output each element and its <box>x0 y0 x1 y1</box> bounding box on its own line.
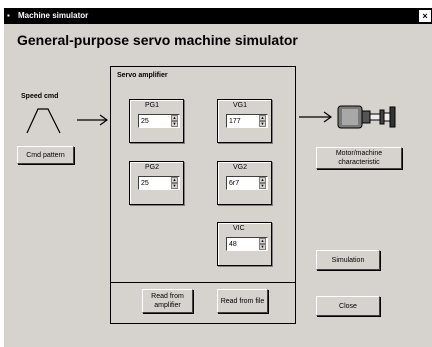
vic-label: VIC <box>233 225 245 232</box>
vg1-label: VG1 <box>233 102 248 109</box>
motor-characteristic-button[interactable]: Motor/machine characteristic <box>316 147 402 169</box>
arrow-right-icon <box>299 111 333 123</box>
read-from-amplifier-button[interactable]: Read from amplifier <box>142 289 193 313</box>
vg1-group: VG1 177 ▲ ▼ <box>217 99 272 143</box>
vic-spinner[interactable]: 48 ▲ ▼ <box>226 237 268 251</box>
spin-down-icon[interactable]: ▼ <box>171 183 178 189</box>
simulator-window: ▪ Machine simulator × General-purpose se… <box>3 8 432 347</box>
trapezoid-pattern-icon <box>26 108 61 134</box>
spin-down-icon[interactable]: ▼ <box>259 244 266 250</box>
vg2-value[interactable]: 6r7 <box>229 179 239 188</box>
close-window-button[interactable]: × <box>419 10 431 22</box>
read-from-file-button[interactable]: Read from file <box>217 289 268 313</box>
motor-icon <box>337 105 396 129</box>
pg2-spinner[interactable]: 25 ▲ ▼ <box>138 176 180 190</box>
pg1-group: PG1 25 ▲ ▼ <box>129 99 184 143</box>
spin-down-icon[interactable]: ▼ <box>259 183 266 189</box>
speed-cmd-label: Speed cmd <box>21 93 59 100</box>
vic-value[interactable]: 48 <box>229 240 237 249</box>
close-button[interactable]: Close <box>316 296 380 316</box>
cmd-pattern-button[interactable]: Cmd pattern <box>17 146 74 164</box>
page-title: General-purpose servo machine simulator <box>17 32 298 48</box>
arrow-right-icon <box>77 114 109 126</box>
title-bar[interactable]: ▪ Machine simulator × <box>4 8 432 24</box>
vg1-spinner[interactable]: 177 ▲ ▼ <box>226 114 268 128</box>
simulation-button[interactable]: Simulation <box>316 250 380 270</box>
vg2-label: VG2 <box>233 164 248 171</box>
spin-down-icon[interactable]: ▼ <box>171 121 178 127</box>
app-icon: ▪ <box>7 11 10 20</box>
pg2-group: PG2 25 ▲ ▼ <box>129 161 184 205</box>
pg1-value[interactable]: 25 <box>141 117 149 126</box>
pg1-spinner[interactable]: 25 ▲ ▼ <box>138 114 180 128</box>
pg2-value[interactable]: 25 <box>141 179 149 188</box>
vic-group: VIC 48 ▲ ▼ <box>217 222 272 266</box>
pg1-label: PG1 <box>145 102 160 109</box>
window-title: Machine simulator <box>18 11 89 20</box>
panel-divider <box>110 282 296 283</box>
pg2-label: PG2 <box>145 164 160 171</box>
vg1-value[interactable]: 177 <box>229 117 241 126</box>
vg2-group: VG2 6r7 ▲ ▼ <box>217 161 272 205</box>
servo-amplifier-label: Servo amplifier <box>117 72 168 79</box>
vg2-spinner[interactable]: 6r7 ▲ ▼ <box>226 176 268 190</box>
spin-down-icon[interactable]: ▼ <box>259 121 266 127</box>
